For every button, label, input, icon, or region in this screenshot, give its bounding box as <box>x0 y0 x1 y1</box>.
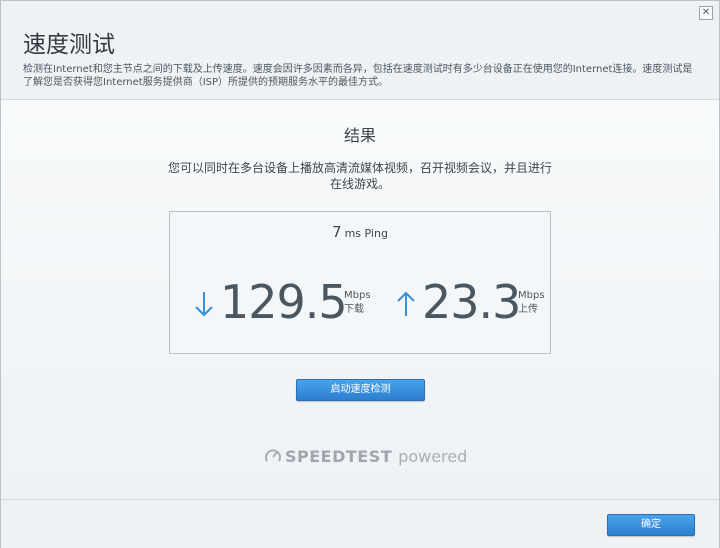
dialog-footer: 确定 <box>1 499 719 548</box>
speedtest-logo-text: SPEEDTEST <box>285 446 393 466</box>
close-button[interactable]: ✕ <box>699 6 713 20</box>
result-box: 7 ms Ping 129.5 Mbps 下载 23.3 Mbps 上传 <box>169 211 551 354</box>
upload-value: 23.3 <box>422 275 521 329</box>
result-heading: 结果 <box>343 126 376 145</box>
result-message: 您可以同时在多台设备上播放高清流媒体视频，召开视频会议，并且进行在线游戏。 <box>167 161 552 191</box>
ok-button[interactable]: 确定 <box>607 514 695 536</box>
speed-test-dialog: ✕ 速度测试 检测在Internet和您主节点之间的下载及上传速度。速度会因许多… <box>0 0 720 548</box>
download-label: 下载 <box>344 304 364 315</box>
ping-unit: ms Ping <box>344 227 388 240</box>
download-value: 129.5 <box>220 275 348 329</box>
upload-unit: Mbps <box>518 290 545 301</box>
ping-value: 7 <box>332 223 342 241</box>
ping-readout: 7 ms Ping <box>170 222 550 241</box>
results-panel: 结果 您可以同时在多台设备上播放高清流媒体视频，召开视频会议，并且进行在线游戏。… <box>1 100 719 499</box>
speedtest-branding: SPEEDTEST powered <box>264 445 467 467</box>
upload-label: 上传 <box>518 304 538 315</box>
dialog-header: ✕ 速度测试 检测在Internet和您主节点之间的下载及上传速度。速度会因许多… <box>1 1 719 100</box>
close-icon: ✕ <box>701 7 711 18</box>
page-title: 速度测试 <box>23 32 115 58</box>
download-unit: Mbps <box>344 290 371 301</box>
arrow-down-icon <box>195 292 213 317</box>
page-description: 检测在Internet和您主节点之间的下载及上传速度。速度会因许多因素而各异，包… <box>23 64 693 88</box>
start-speed-test-button[interactable]: 启动速度检测 <box>296 379 425 401</box>
speedometer-icon <box>265 449 281 462</box>
powered-text: powered <box>398 446 468 466</box>
arrow-up-icon <box>397 291 415 316</box>
